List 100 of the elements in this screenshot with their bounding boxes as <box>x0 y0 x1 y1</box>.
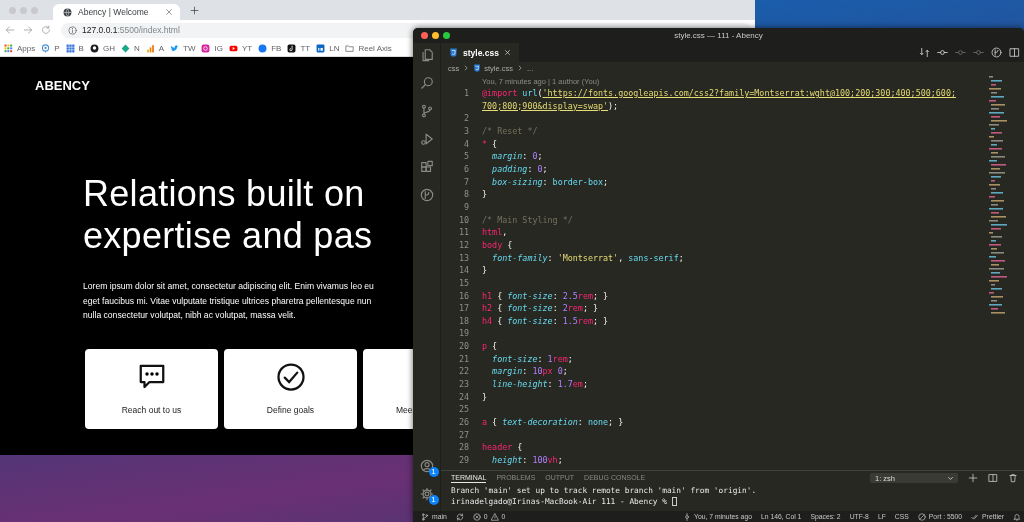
line-number: 19 <box>457 327 469 341</box>
close-icon[interactable] <box>165 8 173 16</box>
line-number: 16 <box>457 289 469 303</box>
bookmark-link[interactable]: TW <box>170 43 196 53</box>
line-number: 6 <box>462 162 469 176</box>
line-number: 13 <box>457 251 469 265</box>
compare-icon[interactable] <box>919 47 930 58</box>
play-icon <box>228 43 238 53</box>
commit-icon <box>683 512 691 521</box>
bookmark-link[interactable]: LN <box>316 43 340 53</box>
warning-icon <box>490 512 499 521</box>
chevron-down-icon <box>947 474 954 482</box>
code-line: h4 { font-size: 1.5 rem; } <box>482 314 609 328</box>
notification-badge: 1 <box>428 467 439 477</box>
grid-icon <box>4 43 13 53</box>
chevron-icon <box>463 65 470 71</box>
bookmark-link[interactable]: TT <box>287 43 311 53</box>
editor-tab[interactable]: style.css <box>441 43 519 62</box>
browser-tab[interactable]: Abency | Welcome <box>53 4 180 20</box>
site-logo[interactable]: ABENCY <box>35 78 90 93</box>
code-line: h1 { font-size: 2.5 rem; } <box>482 289 609 303</box>
line-number: 28 <box>457 441 469 455</box>
shield-icon <box>473 64 482 72</box>
settings-icon[interactable] <box>419 487 434 501</box>
diamond-icon <box>120 43 130 53</box>
card-label: Reach out to us <box>121 405 182 415</box>
bookmark-link[interactable]: P <box>41 43 60 53</box>
search-icon[interactable] <box>419 76 434 90</box>
bar-chart-icon <box>145 43 155 53</box>
check-circle-icon <box>275 362 306 392</box>
code-line: } <box>482 390 488 404</box>
split-icon[interactable] <box>1009 47 1020 58</box>
code-line: } <box>482 264 488 277</box>
bookmark-link[interactable]: Reel Axis <box>345 43 392 53</box>
code-line: font-family: 'Montserrat', sans-serif; <box>491 251 684 265</box>
code-line: @import url('https://fonts.googleapis.com/css2?family=Montserrat:wght@100;200;300;400;500;600; 700;800;900&display=swap'); <box>482 87 956 113</box>
trash-icon[interactable] <box>1008 473 1018 483</box>
code-line: html, <box>482 226 508 239</box>
square-logo-icon <box>316 43 326 53</box>
branch-icon[interactable] <box>419 104 434 118</box>
code-line: font-size: 1 rem; <box>491 352 573 366</box>
bookmark-link[interactable]: YT <box>228 43 253 53</box>
sync-icon[interactable] <box>455 512 464 521</box>
branch-circle-icon[interactable] <box>991 47 1002 58</box>
person-circle-icon[interactable] <box>419 459 434 473</box>
bookmark-link[interactable]: A <box>145 43 165 53</box>
line-number: 14 <box>457 264 469 277</box>
bookmark-link[interactable]: FB <box>258 43 282 53</box>
line-number: 3 <box>462 124 469 138</box>
line-number: 1 <box>462 87 469 100</box>
run-icon[interactable] <box>419 132 434 146</box>
code-line: a { text-decoration: none; } <box>482 416 624 429</box>
code-line: margin: 10px 0; <box>491 365 568 379</box>
line-number: 10 <box>457 213 469 227</box>
line-number: 12 <box>457 238 469 252</box>
line-number: 24 <box>457 390 469 404</box>
code-line: } <box>482 188 488 201</box>
bird-icon <box>170 43 180 53</box>
camera-icon <box>201 43 211 53</box>
bookmark-link[interactable]: GH <box>89 43 115 53</box>
line-number: 21 <box>457 352 469 366</box>
bell-icon[interactable] <box>1013 512 1021 521</box>
line-number: 26 <box>457 416 469 429</box>
bookmark-link[interactable]: Apps <box>4 43 36 53</box>
square-logo-icon <box>287 43 297 53</box>
line-number: 9 <box>462 200 469 214</box>
branch-icon <box>421 512 429 521</box>
code-line: height: 100vh; <box>491 454 563 467</box>
line-number: 27 <box>457 428 469 442</box>
double-check-icon <box>971 512 980 521</box>
commit-icon[interactable] <box>937 47 948 58</box>
extensions-icon[interactable] <box>419 160 434 174</box>
shield-icon <box>449 48 458 57</box>
code-line: h2 { font-size: 2 rem; } <box>482 302 599 315</box>
tab-title: Abency | Welcome <box>78 7 150 17</box>
branch-circle-icon[interactable] <box>419 188 434 202</box>
info-icon <box>68 25 77 35</box>
error-icon <box>472 512 481 521</box>
globe-icon <box>63 7 72 17</box>
code-line: box-sizing: border-box; <box>491 175 609 189</box>
split-icon[interactable] <box>988 473 998 483</box>
code-line: margin: 0; <box>491 150 543 163</box>
code-line: header { <box>482 441 523 455</box>
line-number: 29 <box>457 454 469 467</box>
code-line: /* Reset */ <box>482 124 538 138</box>
line-number: 22 <box>457 365 469 379</box>
line-number: 11 <box>457 226 469 239</box>
bookmark-link[interactable]: B <box>65 43 84 53</box>
plus-icon[interactable] <box>190 5 199 15</box>
bookmark-link[interactable]: N <box>120 43 140 53</box>
files-icon[interactable] <box>419 48 434 62</box>
pin-icon <box>41 43 51 53</box>
circle-logo-icon <box>89 43 99 53</box>
notification-badge: 1 <box>428 495 439 505</box>
chevron-icon <box>517 65 523 71</box>
bookmark-link[interactable]: IG <box>201 43 223 53</box>
code-line: padding: 0; <box>491 162 548 176</box>
code-line: line-height: 1.7em; <box>491 378 588 391</box>
line-number: 23 <box>457 378 469 391</box>
line-number: 8 <box>462 188 469 201</box>
